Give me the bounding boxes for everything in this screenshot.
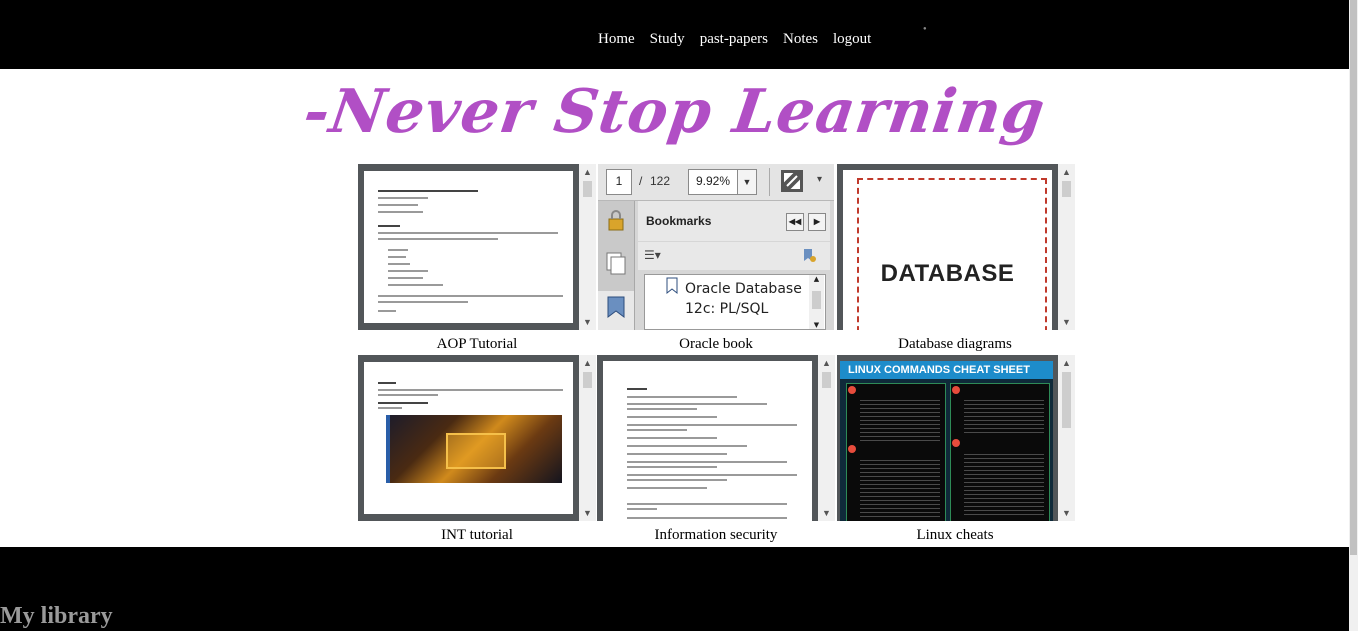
scroll-up-icon[interactable]: ▲ — [818, 355, 835, 371]
nav-menu: Home Study past-papers Notes logout — [598, 31, 886, 48]
pdf-tile-database-diagrams[interactable]: DATABASE ▲ ▼ — [837, 164, 1075, 330]
section-bullet-icon — [848, 445, 856, 453]
tile-scrollbar[interactable]: ▲ ▼ — [818, 355, 835, 521]
tile-caption: Oracle book — [679, 336, 753, 352]
my-library-heading: My library — [0, 603, 113, 629]
bookmarks-title: Bookmarks — [646, 214, 712, 228]
scroll-down-icon[interactable]: ▼ — [579, 505, 596, 521]
zoom-dropdown-icon[interactable]: ▼ — [737, 169, 757, 195]
section-bullet-icon — [848, 386, 856, 394]
linux-cover-title: LINUX COMMANDS CHEAT SHEET — [840, 361, 1053, 379]
tile-scrollbar[interactable]: ▲ ▼ — [1058, 164, 1075, 330]
cheat-lines — [964, 451, 1044, 517]
navigation-pane-sidebar — [598, 201, 635, 330]
nav-home-link[interactable]: Home — [598, 31, 635, 48]
pdf-page-preview — [603, 361, 812, 521]
nav-study-link[interactable]: Study — [650, 31, 685, 48]
toolbar-menu-icon[interactable]: ▾ — [817, 174, 822, 185]
slogan-heading: -Never Stop Learning — [299, 77, 1050, 147]
tile-scrollbar[interactable]: ▲ ▼ — [1058, 355, 1075, 521]
page-separator: / — [639, 174, 643, 188]
page-scrollbar[interactable] — [1349, 0, 1358, 631]
pdf-tile-information-security[interactable]: ▲ ▼ — [597, 355, 835, 521]
pdf-tile-aop-tutorial[interactable]: ▲ ▼ — [358, 164, 596, 330]
pdf-viewer-frame[interactable]: LINUX COMMANDS CHEAT SHEET — [837, 355, 1058, 521]
decorative-border — [857, 178, 1047, 330]
scroll-up-icon[interactable]: ▲ — [579, 164, 596, 180]
scroll-down-icon[interactable]: ▼ — [818, 505, 835, 521]
tile-caption: INT tutorial — [441, 527, 513, 543]
scroll-thumb[interactable] — [1062, 181, 1071, 197]
scroll-up-icon: ▲ — [813, 275, 820, 283]
lock-icon[interactable] — [607, 209, 625, 231]
tile-scrollbar[interactable]: ▲ ▼ — [579, 355, 596, 521]
bookmark-search-icon[interactable] — [800, 247, 818, 265]
scroll-down-icon: ▼ — [813, 321, 820, 329]
pdf-viewer-frame[interactable] — [358, 164, 579, 330]
scroll-up-icon[interactable]: ▲ — [1058, 355, 1075, 371]
cheat-lines — [964, 397, 1044, 435]
database-cover-title: DATABASE — [880, 260, 1015, 287]
pages-icon[interactable] — [605, 251, 627, 275]
zoom-input[interactable]: 9.92% — [688, 169, 738, 195]
pdf-viewer-frame[interactable] — [358, 355, 579, 521]
cpu-image — [386, 415, 562, 483]
bookmarks-toolbar: ☰▾ — [638, 242, 830, 270]
pdf-toolbar: 1 / 122 9.92% ▼ ▾ — [598, 164, 834, 201]
cheat-lines — [860, 397, 940, 441]
pdf-page-preview: LINUX COMMANDS CHEAT SHEET — [840, 361, 1053, 521]
scroll-thumb[interactable] — [583, 181, 592, 197]
scroll-thumb[interactable] — [1062, 372, 1071, 428]
scroll-up-icon[interactable]: ▲ — [579, 355, 596, 371]
pdf-viewer-frame[interactable] — [597, 355, 818, 521]
pdf-tile-oracle-book[interactable]: 1 / 122 9.92% ▼ ▾ Bookmarks ◀◀ ▶ ☰▾ Orac… — [598, 164, 834, 330]
nav-past-papers-link[interactable]: past-papers — [700, 31, 768, 48]
bookmark-item[interactable]: Oracle Database 12c: PL/SQL — [685, 279, 805, 319]
bookmarks-panel-tab[interactable] — [598, 291, 634, 330]
nav-dot-icon: ● — [923, 26, 927, 32]
pdf-tile-int-tutorial[interactable]: ▲ ▼ — [358, 355, 596, 521]
bookmark-icon — [607, 296, 625, 318]
cheat-lines — [860, 457, 940, 517]
nav-notes-link[interactable]: Notes — [783, 31, 818, 48]
scroll-up-icon[interactable]: ▲ — [1058, 164, 1075, 180]
scroll-down-icon[interactable]: ▼ — [1058, 314, 1075, 330]
pdf-page-preview: DATABASE — [843, 170, 1052, 330]
bookmark-item-icon — [665, 277, 679, 295]
collapse-panel-icon[interactable]: ◀◀ — [786, 213, 804, 231]
scroll-thumb — [812, 291, 821, 309]
scroll-down-icon[interactable]: ▼ — [1058, 505, 1075, 521]
bookmarks-list: Oracle Database 12c: PL/SQL ▲ ▼ — [644, 274, 826, 330]
bookmark-options-icon[interactable]: ☰▾ — [644, 248, 668, 264]
taskbar-strip — [386, 415, 390, 483]
tile-caption: Linux cheats — [916, 527, 994, 543]
scroll-thumb[interactable] — [822, 372, 831, 388]
page-number-input[interactable]: 1 — [606, 169, 632, 195]
expand-panel-icon[interactable]: ▶ — [808, 213, 826, 231]
scroll-down-icon[interactable]: ▼ — [579, 314, 596, 330]
tile-scrollbar[interactable]: ▲ ▼ — [579, 164, 596, 330]
pdf-page-preview — [364, 362, 573, 514]
nav-logout-link[interactable]: logout — [833, 31, 871, 48]
page-scroll-thumb[interactable] — [1350, 0, 1357, 555]
pdf-viewer-frame[interactable]: DATABASE — [837, 164, 1058, 330]
fullscreen-icon[interactable] — [781, 170, 803, 192]
section-bullet-icon — [952, 386, 960, 394]
bookmarks-scrollbar[interactable]: ▲ ▼ — [809, 275, 824, 329]
pdf-page-preview — [364, 171, 573, 323]
page-total: 122 — [650, 174, 671, 188]
scroll-thumb[interactable] — [583, 372, 592, 388]
tile-caption: Database diagrams — [898, 336, 1012, 352]
tile-caption: AOP Tutorial — [436, 336, 518, 352]
tile-caption: Information security — [654, 527, 778, 543]
bookmarks-panel-header: Bookmarks ◀◀ ▶ — [638, 201, 830, 241]
section-bullet-icon — [952, 439, 960, 447]
top-navigation-bar: Home Study past-papers Notes logout ● — [0, 0, 1349, 69]
pdf-tile-linux-cheats[interactable]: LINUX COMMANDS CHEAT SHEET ▲ ▼ — [837, 355, 1075, 521]
